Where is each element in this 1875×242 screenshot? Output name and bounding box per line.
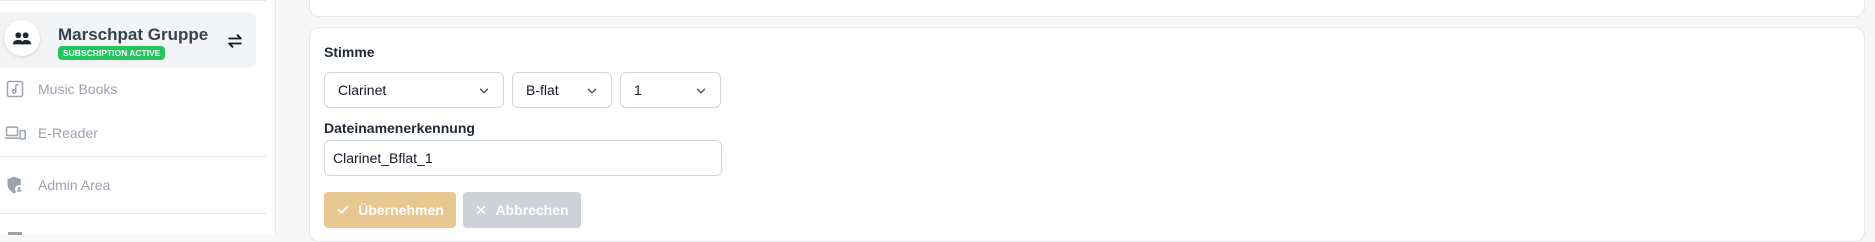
chevron-down-icon	[587, 88, 597, 94]
music-note-icon	[4, 78, 26, 100]
voice-number-select[interactable]: 1	[620, 72, 721, 108]
shield-user-icon	[4, 174, 26, 196]
sidebar-item-admin-area[interactable]: Admin Area	[0, 170, 266, 200]
subscription-status-badge: SUBSCRIPTION ACTIVE	[58, 46, 166, 60]
cancel-button[interactable]: Abbrechen	[463, 192, 581, 228]
apply-button-label: Übernehmen	[358, 202, 444, 218]
chevron-down-icon	[479, 88, 489, 94]
filename-detection-input[interactable]	[324, 140, 722, 176]
voice-label: Stimme	[324, 44, 375, 60]
previous-card	[309, 0, 1865, 17]
close-icon	[477, 205, 486, 215]
sidebar-item-label: E-Reader	[38, 125, 98, 141]
voice-number-value: 1	[634, 82, 642, 98]
swap-arrows-icon	[228, 34, 242, 48]
instrument-select[interactable]: Clarinet	[324, 72, 504, 108]
switch-group-button[interactable]	[224, 30, 246, 52]
apply-button[interactable]: Übernehmen	[324, 192, 456, 228]
partial-nav-icon	[8, 232, 22, 235]
cancel-button-label: Abbrechen	[495, 202, 569, 218]
sidebar-item-e-reader[interactable]: E-Reader	[0, 118, 266, 148]
laptop-device-icon	[4, 122, 26, 144]
sidebar-divider	[0, 156, 266, 157]
sidebar: Marschpat Gruppe SUBSCRIPTION ACTIVE Mus…	[0, 0, 276, 235]
group-name: Marschpat Gruppe	[58, 25, 209, 44]
chevron-down-icon	[696, 88, 706, 94]
check-icon	[337, 205, 349, 214]
sidebar-item-music-books[interactable]: Music Books	[0, 74, 266, 104]
filename-detection-label: Dateinamenerkennung	[324, 120, 475, 136]
sidebar-divider	[0, 0, 266, 1]
instrument-value: Clarinet	[338, 82, 387, 98]
tuning-value: B-flat	[526, 82, 559, 98]
tuning-select[interactable]: B-flat	[512, 72, 612, 108]
sidebar-divider	[0, 213, 266, 214]
sidebar-item-label: Admin Area	[38, 177, 111, 193]
sidebar-item-label: Music Books	[38, 81, 118, 97]
group-icon	[4, 20, 40, 56]
